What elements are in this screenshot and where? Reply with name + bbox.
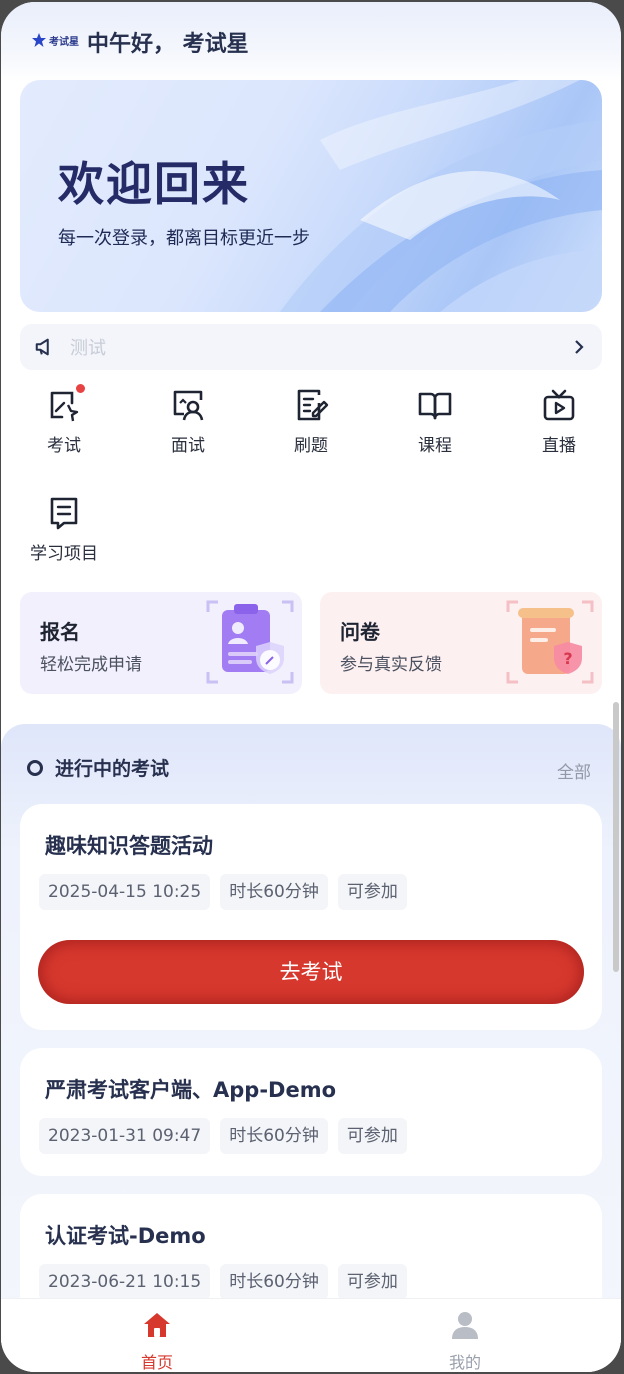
course-icon: [417, 387, 453, 423]
grid-label: 考试: [47, 436, 81, 456]
grid-item-study-project[interactable]: 学习项目: [14, 495, 114, 564]
exam-status-tag: 可参加: [337, 1118, 407, 1154]
tab-mine[interactable]: 我的: [425, 1309, 505, 1372]
header: 考试星 中午好， 考试星: [1, 2, 621, 82]
circle-bullet-icon: [27, 759, 43, 776]
grid-item-course[interactable]: 课程: [385, 387, 485, 456]
bottom-tab-bar: 首页 我的: [1, 1298, 621, 1372]
exam-card[interactable]: 趣味知识答题活动 2025-04-15 10:25 时长60分钟 可参加 去考试: [20, 804, 602, 1030]
app-screen: 考试星 中午好， 考试星 欢迎回来 每一次登录，都离目标更近一步 测试 考试 面…: [1, 2, 621, 1372]
exam-tags: 2023-01-31 09:47 时长60分钟 可参加: [39, 1118, 407, 1154]
greeting-text: 中午好， 考试星: [87, 32, 249, 57]
signup-card[interactable]: 报名 轻松完成申请: [20, 592, 302, 694]
survey-card[interactable]: 问卷 参与真实反馈 ?: [320, 592, 602, 694]
section-title: 进行中的考试: [55, 758, 170, 780]
exam-card[interactable]: 严肃考试客户端、App-Demo 2023-01-31 09:47 时长60分钟…: [20, 1048, 602, 1176]
grid-label: 面试: [171, 436, 205, 456]
interview-icon: [170, 387, 206, 423]
exam-name: 趣味知识答题活动: [45, 834, 213, 858]
exam-date-tag: 2023-06-21 10:15: [39, 1264, 211, 1300]
grid-item-exam[interactable]: 考试: [14, 383, 114, 456]
star-logo-icon: [32, 33, 46, 47]
banner-title: 欢迎回来: [58, 157, 250, 211]
exam-duration-tag: 时长60分钟: [220, 1118, 328, 1154]
exam-status-tag: 可参加: [337, 874, 407, 910]
grid-label: 刷题: [294, 436, 328, 456]
welcome-banner[interactable]: 欢迎回来 每一次登录，都离目标更近一步: [20, 80, 602, 312]
chevron-right-icon: [575, 340, 584, 354]
signup-card-subtitle: 轻松完成申请: [40, 655, 142, 675]
exam-duration-tag: 时长60分钟: [220, 1264, 328, 1300]
exam-tags: 2023-06-21 10:15 时长60分钟 可参加: [39, 1264, 407, 1300]
exam-tags: 2025-04-15 10:25 时长60分钟 可参加: [39, 874, 407, 910]
exam-date-tag: 2025-04-15 10:25: [39, 874, 211, 910]
notice-text: 测试: [70, 338, 106, 359]
grid-label: 直播: [542, 436, 576, 456]
ongoing-exams-section: 进行中的考试 全部 趣味知识答题活动 2025-04-15 10:25 时长60…: [1, 724, 621, 1372]
survey-document-icon: ?: [506, 600, 594, 684]
exam-duration-tag: 时长60分钟: [220, 874, 328, 910]
tab-label: 我的: [448, 1353, 481, 1372]
scrollbar[interactable]: [613, 702, 619, 972]
notice-bar[interactable]: 测试: [20, 324, 602, 370]
survey-card-subtitle: 参与真实反馈: [340, 655, 442, 675]
exam-name: 认证考试-Demo: [45, 1224, 206, 1248]
grid-label: 学习项目: [30, 544, 98, 564]
exam-status-tag: 可参加: [337, 1264, 407, 1300]
start-exam-button[interactable]: 去考试: [38, 940, 584, 1004]
live-icon: [541, 387, 577, 423]
section-header: 进行中的考试: [27, 754, 169, 781]
tab-home[interactable]: 首页: [117, 1309, 197, 1372]
clipboard-user-icon: [206, 600, 294, 684]
grid-item-interview[interactable]: 面试: [138, 387, 238, 456]
study-project-icon: [46, 495, 82, 531]
signup-card-title: 报名: [40, 620, 80, 644]
notification-dot: [75, 383, 86, 394]
exam-icon: [46, 383, 86, 423]
survey-card-title: 问卷: [340, 620, 380, 644]
user-icon: [452, 1312, 478, 1339]
banner-subtitle: 每一次登录，都离目标更近一步: [58, 228, 310, 249]
practice-icon: [293, 387, 329, 423]
app-logo: 考试星: [31, 32, 79, 48]
logo-text: 考试星: [49, 36, 79, 48]
exam-date-tag: 2023-01-31 09:47: [39, 1118, 211, 1154]
tab-label: 首页: [140, 1353, 173, 1372]
exam-name: 严肃考试客户端、App-Demo: [45, 1078, 337, 1102]
megaphone-icon: [35, 338, 49, 356]
grid-item-practice[interactable]: 刷题: [261, 387, 361, 456]
grid-item-live[interactable]: 直播: [509, 387, 609, 456]
svg-text:?: ?: [563, 649, 572, 668]
home-icon: [144, 1313, 170, 1337]
grid-label: 课程: [418, 436, 452, 456]
view-all-link[interactable]: 全部: [557, 758, 591, 783]
